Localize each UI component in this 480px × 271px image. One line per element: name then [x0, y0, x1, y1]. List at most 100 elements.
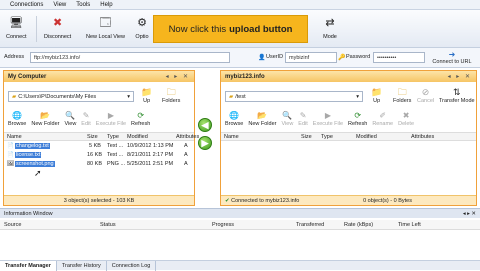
remote-view-button[interactable]: 🔍 View	[281, 111, 293, 127]
remote-up-button[interactable]: 📁 Up	[371, 87, 382, 104]
local-execute-button[interactable]: ▶ Execute File	[96, 111, 126, 127]
file-row[interactable]: 📄 license.txt 16 KB Text ... 8/21/2011 2…	[4, 151, 194, 160]
pane-controls[interactable]: ◂ ▸ ✕	[448, 73, 472, 80]
transfer-mode-button[interactable]: ⇅ Transfer Mode	[439, 87, 475, 104]
local-new-folder-button[interactable]: 📂 New Folder	[31, 111, 59, 127]
file-icon: 📄	[7, 152, 14, 158]
local-browse-button[interactable]: 🌐 Browse	[8, 111, 26, 127]
remote-execute-button[interactable]: ▶ Execute File	[313, 111, 343, 127]
options-button[interactable]: ⚙ Optio	[134, 10, 150, 48]
remote-pane: mybiz123.info ◂ ▸ ✕ ▰ /test ▾ 📁 Up 🗀 Fol…	[220, 70, 477, 206]
col-progress[interactable]: Progress	[212, 222, 234, 228]
folders-icon: 🗀	[166, 87, 176, 97]
col-modified[interactable]: Modified	[356, 134, 377, 140]
file-name: changelog.txt	[15, 143, 50, 149]
col-status[interactable]: Status	[100, 222, 116, 228]
file-row[interactable]: 🖼 screenshot.png 80 KB PNG ... 5/25/2011…	[4, 160, 194, 169]
userid-input[interactable]: mybizinf	[285, 52, 337, 63]
col-name[interactable]: Name	[7, 134, 22, 140]
information-window-header: Information Window ◂ ▸ ✕	[0, 208, 480, 218]
col-time-left[interactable]: Time Left	[398, 222, 421, 228]
options-icon: ⚙	[137, 16, 147, 29]
cancel-button[interactable]: ⊘ Cancel	[417, 87, 434, 104]
edit-icon: ✎	[299, 111, 307, 120]
new-local-view-button[interactable]: 🗔 New Local View	[86, 10, 125, 48]
remote-browse-button[interactable]: 🌐 Browse	[225, 111, 243, 127]
browse-icon: 🌐	[12, 111, 23, 120]
view-icon: 🔍	[65, 111, 76, 120]
delete-icon: ✖	[402, 111, 410, 120]
menu-tools[interactable]: Tools	[76, 2, 90, 8]
folder-icon: ▰	[12, 93, 17, 100]
local-path-dropdown[interactable]: ▰ C:\Users\P\Documents\My Files ▾	[8, 91, 134, 102]
col-type[interactable]: Type	[107, 134, 119, 140]
col-attributes[interactable]: Attributes	[176, 134, 199, 140]
menu-view[interactable]: View	[53, 2, 66, 8]
tab-connection-log[interactable]: Connection Log	[107, 260, 157, 271]
remote-pane-title: mybiz123.info	[225, 73, 265, 80]
remote-column-header: Name Size Type Modified Attributes	[221, 132, 476, 141]
info-window-controls[interactable]: ◂ ▸ ✕	[463, 211, 476, 217]
upload-arrow-icon[interactable]: ▶	[198, 136, 212, 150]
transfer-mode-icon: ⇅	[453, 87, 461, 97]
remote-status-bar: ✔ Connected to mybiz123.info 0 object(s)…	[221, 195, 476, 205]
password-input[interactable]: ••••••••••	[373, 52, 425, 63]
remote-path-dropdown[interactable]: ▰ /test ▾	[225, 91, 363, 102]
file-icon: 📄	[7, 143, 14, 149]
local-view-button[interactable]: 🔍 View	[64, 111, 76, 127]
tab-transfer-history[interactable]: Transfer History	[57, 260, 107, 271]
col-name[interactable]: Name	[224, 134, 239, 140]
userid-label: UserID	[266, 54, 284, 60]
col-transferred[interactable]: Transferred	[296, 222, 324, 228]
col-type[interactable]: Type	[321, 134, 333, 140]
col-attributes[interactable]: Attributes	[411, 134, 434, 140]
cancel-icon: ⊘	[421, 87, 430, 97]
remote-delete-button[interactable]: ✖ Delete	[398, 111, 414, 127]
tutorial-callout: Now click this upload button	[153, 15, 308, 43]
local-pane: My Computer ◂ ▸ ✕ ▰ C:\Users\P\Documents…	[3, 70, 199, 206]
execute-icon: ▶	[107, 111, 114, 120]
local-up-button[interactable]: 📁 Up	[141, 87, 152, 104]
local-edit-button[interactable]: ✎ Edit	[81, 111, 90, 127]
edit-icon: ✎	[82, 111, 90, 120]
local-column-header: Name Size Type Modified Attributes	[4, 132, 199, 141]
download-arrow-icon[interactable]: ◀	[198, 118, 212, 132]
refresh-icon: ⟳	[137, 111, 145, 120]
tab-transfer-manager[interactable]: Transfer Manager	[0, 260, 57, 271]
local-folders-button[interactable]: 🗀 Folders	[162, 87, 180, 104]
connect-button[interactable]: 🖥 Connect	[6, 10, 27, 48]
col-size[interactable]: Size	[301, 134, 312, 140]
refresh-icon: ⟳	[354, 111, 362, 120]
pane-controls[interactable]: ◂ ▸ ✕	[166, 73, 190, 80]
col-size[interactable]: Size	[87, 134, 98, 140]
view-icon: 🔍	[282, 111, 293, 120]
disconnect-button[interactable]: ✖ Disconnect	[44, 10, 71, 48]
execute-icon: ▶	[324, 111, 331, 120]
col-source[interactable]: Source	[4, 222, 21, 228]
remote-edit-button[interactable]: ✎ Edit	[298, 111, 307, 127]
local-refresh-button[interactable]: ⟳ Refresh	[131, 111, 150, 127]
col-modified[interactable]: Modified	[127, 134, 148, 140]
col-rate[interactable]: Rate (kBps)	[344, 222, 373, 228]
object-count: 0 object(s) - 0 Bytes	[363, 197, 412, 204]
menu-help[interactable]: Help	[100, 2, 112, 8]
file-row[interactable]: 📄 changelog.txt 5 KB Text ... 10/9/2012 …	[4, 142, 194, 151]
connect-to-url-button[interactable]: ➜ Connect to URL	[428, 50, 476, 67]
address-bar: Address ftp://mybiz123.info/ 👤 UserID my…	[0, 48, 480, 68]
remote-path-row: ▰ /test ▾ 📁 Up 🗀 Folders ⊘ Cancel ⇅ Tran…	[221, 85, 476, 109]
mode-button[interactable]: ⇄ Mode	[322, 10, 338, 48]
address-label: Address	[4, 54, 25, 60]
remote-rename-button[interactable]: ✐ Rename	[372, 111, 393, 127]
folders-icon: 🗀	[397, 87, 407, 97]
mode-icon: ⇄	[325, 16, 335, 29]
menu-connections[interactable]: Connections	[10, 2, 43, 8]
file-name: license.txt	[15, 152, 42, 158]
remote-folders-button[interactable]: 🗀 Folders	[393, 87, 411, 104]
address-input[interactable]: ftp://mybiz123.info/	[30, 52, 230, 63]
remote-new-folder-button[interactable]: 📂 New Folder	[248, 111, 276, 127]
remote-refresh-button[interactable]: ⟳ Refresh	[348, 111, 367, 127]
computer-plug-icon: 🖥	[9, 16, 24, 29]
local-path-row: ▰ C:\Users\P\Documents\My Files ▾ 📁 Up 🗀…	[4, 85, 194, 109]
chevron-down-icon: ▾	[356, 93, 359, 100]
callout-emphasis: upload button	[229, 23, 293, 35]
